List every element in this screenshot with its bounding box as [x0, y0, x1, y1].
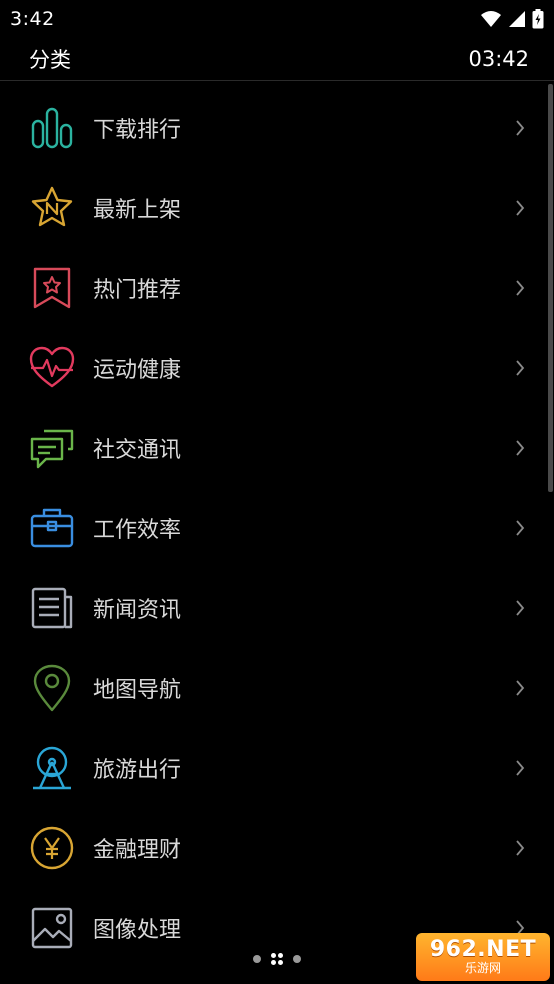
page-dot-active[interactable] [271, 953, 283, 965]
page-dot[interactable] [253, 955, 261, 963]
page-indicator[interactable] [253, 952, 301, 966]
category-row-health[interactable]: 运动健康 [0, 328, 554, 408]
app-header: 分类 03:42 [0, 38, 554, 81]
wifi-icon [481, 11, 501, 27]
category-row-news[interactable]: 新闻资讯 [0, 568, 554, 648]
status-icons [480, 9, 544, 29]
chevron-right-icon [512, 516, 528, 540]
category-row-hot[interactable]: 热门推荐 [0, 248, 554, 328]
category-row-social[interactable]: 社交通讯 [0, 408, 554, 488]
ferris-wheel-icon [27, 743, 77, 793]
category-row-new-arrivals[interactable]: 最新上架 [0, 168, 554, 248]
chevron-right-icon [512, 596, 528, 620]
signal-icon [509, 11, 525, 27]
watermark-top-text: 962.NET [429, 937, 537, 962]
category-label: 运动健康 [93, 358, 182, 383]
chevron-right-icon [512, 436, 528, 460]
status-time: 3:42 [10, 8, 55, 30]
watermark-bottom-text: 乐游网 [464, 961, 501, 975]
category-row-downloads[interactable]: 下载排行 [0, 88, 554, 168]
chevron-right-icon [512, 356, 528, 380]
header-clock: 03:42 [468, 47, 529, 71]
image-icon [27, 903, 77, 953]
status-bar: 3:42 [0, 0, 554, 38]
page-dot[interactable] [293, 955, 301, 963]
page-title: 分类 [29, 48, 71, 72]
new-star-icon [27, 183, 77, 233]
category-label: 新闻资讯 [93, 598, 182, 623]
yen-coin-icon [27, 823, 77, 873]
chevron-right-icon [512, 116, 528, 140]
category-row-finance[interactable]: 金融理财 [0, 808, 554, 888]
category-label: 金融理财 [93, 838, 182, 863]
category-label: 最新上架 [93, 198, 182, 223]
map-pin-icon [27, 663, 77, 713]
chevron-right-icon [512, 676, 528, 700]
category-label: 图像处理 [93, 918, 182, 943]
bookmark-star-icon [27, 263, 77, 313]
battery-icon [532, 9, 544, 29]
category-row-maps[interactable]: 地图导航 [0, 648, 554, 728]
category-label: 下载排行 [93, 118, 182, 143]
category-row-travel[interactable]: 旅游出行 [0, 728, 554, 808]
category-label: 热门推荐 [93, 278, 182, 303]
watermark-logo: 962.NET 乐游网 [416, 933, 550, 981]
scrollbar[interactable] [548, 84, 553, 492]
chevron-right-icon [512, 276, 528, 300]
category-list: 下载排行 最新上架 热门推荐 运动健康 社交通讯 工作效率 新闻资讯 地图导航 … [0, 88, 554, 984]
category-label: 旅游出行 [93, 758, 182, 783]
chevron-right-icon [512, 196, 528, 220]
chevron-right-icon [512, 756, 528, 780]
category-label: 地图导航 [93, 678, 182, 703]
chevron-right-icon [512, 836, 528, 860]
newspaper-icon [27, 583, 77, 633]
category-label: 社交通讯 [93, 438, 182, 463]
bar-chart-icon [27, 103, 77, 153]
category-row-productivity[interactable]: 工作效率 [0, 488, 554, 568]
heart-pulse-icon [27, 343, 77, 393]
chat-bubbles-icon [27, 423, 77, 473]
briefcase-icon [27, 503, 77, 553]
category-label: 工作效率 [93, 518, 182, 543]
